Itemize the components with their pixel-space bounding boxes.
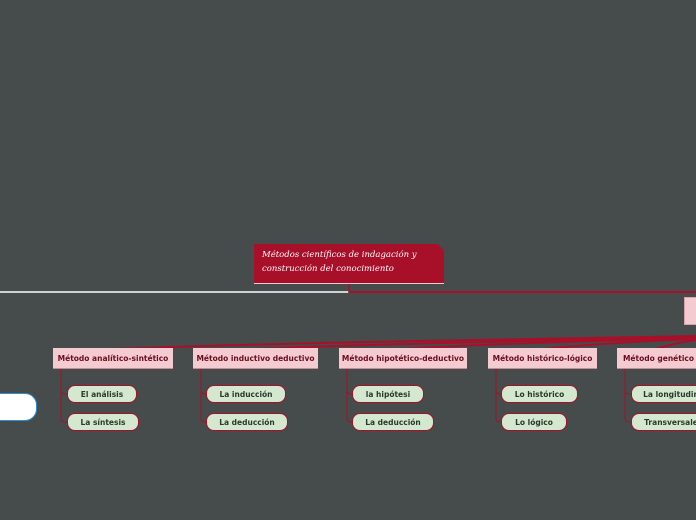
- offscreen-node-left[interactable]: [0, 393, 37, 421]
- method-node[interactable]: Método hipotético-deductivo: [339, 348, 467, 369]
- central-topic-label: Métodos científicos de indagación y cons…: [262, 250, 417, 274]
- leaf-node[interactable]: La deducción: [206, 413, 288, 431]
- leaf-node[interactable]: la hipótesi: [352, 385, 424, 403]
- leaf-connector: [624, 369, 631, 395]
- leaf-node[interactable]: La inducción: [206, 385, 286, 403]
- method-node[interactable]: Método histórico-lógico: [488, 348, 597, 369]
- leaf-node[interactable]: El análisis: [67, 385, 137, 403]
- leaf-label: Lo histórico: [514, 389, 565, 399]
- leaf-label: la hipótesi: [365, 389, 411, 399]
- leaf-node[interactable]: Lo lógico: [501, 413, 567, 431]
- leaf-node[interactable]: La longitudin: [631, 385, 696, 403]
- leaf-node[interactable]: La síntesis: [67, 413, 139, 431]
- leaf-label: El análisis: [80, 389, 124, 399]
- method-label: Método inductivo deductivo: [196, 353, 315, 363]
- method-label: Método hipotético-deductivo: [341, 353, 465, 363]
- method-node[interactable]: Método inductivo deductivo: [193, 348, 318, 369]
- leaf-node[interactable]: La deducción: [352, 413, 434, 431]
- leaf-label: La deducción: [365, 417, 421, 427]
- method-node[interactable]: Método genético: [617, 348, 696, 369]
- offscreen-node-right[interactable]: [684, 297, 696, 325]
- leaf-label: Transversale: [644, 417, 696, 427]
- leaf-label: Lo lógico: [515, 417, 553, 427]
- leaf-node[interactable]: Lo histórico: [501, 385, 578, 403]
- method-label: Método analítico-sintético: [57, 353, 169, 363]
- leaf-label: La síntesis: [80, 417, 126, 427]
- leaf-label: La longitudin: [643, 389, 696, 399]
- leaf-label: La deducción: [219, 417, 275, 427]
- central-topic[interactable]: Métodos científicos de indagación y cons…: [254, 244, 444, 284]
- leaf-node[interactable]: Transversale: [631, 413, 696, 431]
- leaf-label: La inducción: [219, 389, 273, 399]
- leaf-connector: [60, 369, 67, 395]
- method-label: Método genético: [622, 353, 695, 363]
- method-node[interactable]: Método analítico-sintético: [53, 348, 173, 369]
- method-label: Método histórico-lógico: [492, 353, 593, 363]
